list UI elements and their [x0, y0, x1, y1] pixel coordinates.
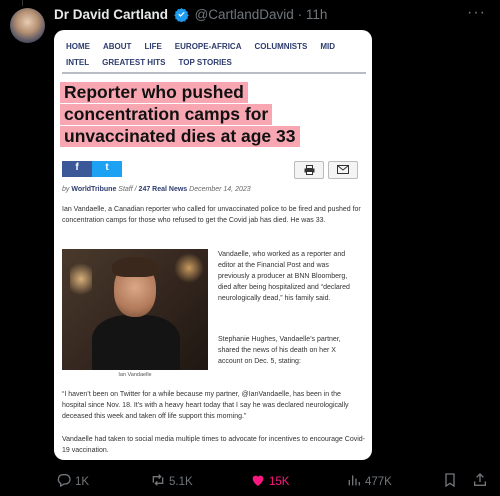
byline-source: WorldTribune [71, 186, 117, 193]
share-icon [474, 473, 486, 486]
thread-connector-line [22, 0, 23, 6]
author-handle[interactable]: @CartlandDavid [195, 7, 294, 22]
article-paragraph: Ian Vandaelle, a Canadian reporter who c… [62, 206, 361, 224]
share-button[interactable] [472, 472, 491, 488]
nav-europe-africa: EUROPE-AFRICA [174, 42, 242, 51]
nav-intel: INTEL [66, 58, 90, 67]
repost-icon [152, 474, 164, 486]
article-paragraph: Stephanie Hughes, Vandaelle’s partner, s… [218, 336, 341, 365]
nav-columnists: COLUMNISTS [254, 42, 308, 51]
article-paragraph: Vandaelle had taken to social media mult… [62, 436, 365, 454]
byline-outlet: 247 Real News [138, 186, 188, 193]
nav-mid: MID [320, 42, 336, 51]
article-nav: HOME ABOUT LIFE EUROPE-AFRICA COLUMNISTS MID … [66, 39, 372, 71]
mail-icon [328, 161, 358, 179]
photo-subject-body [92, 315, 180, 370]
byline-prefix: by [62, 186, 70, 193]
nav-greatest-hits: GREATEST HITS [102, 58, 166, 67]
views-icon [348, 475, 360, 486]
byline-role: Staff / [118, 186, 137, 193]
like-count: 15K [269, 476, 290, 488]
article-paragraph: Vandaelle, who worked as a reporter and … [218, 251, 350, 302]
views-count: 477K [365, 476, 392, 488]
verified-badge-icon [174, 7, 189, 27]
views-button[interactable]: 477K [346, 472, 392, 488]
author-name[interactable]: Dr David Cartland [54, 7, 168, 22]
nav-home: HOME [66, 42, 90, 51]
print-icon [294, 161, 324, 179]
twitter-share-button: t [92, 161, 122, 177]
article-byline: by WorldTribune Staff / 247 Real News De… [62, 186, 251, 193]
background-light [70, 259, 92, 299]
reply-icon [57, 474, 71, 488]
photo-caption: Ian Vandaelle [118, 372, 152, 378]
background-light [174, 253, 204, 283]
bookmark-button[interactable] [442, 472, 461, 488]
headline-line: concentration camps for [60, 104, 273, 125]
nav-life: LIFE [144, 42, 162, 51]
article-headline: Reporter who pushed concentration camps … [60, 82, 360, 148]
photo-subject-hair [112, 257, 158, 277]
avatar[interactable] [10, 8, 45, 43]
tweet-actions: 1K 5.1K 15K 477K [54, 472, 494, 488]
headline-line: Reporter who pushed [60, 82, 248, 103]
like-button[interactable]: 15K [250, 472, 289, 488]
article-quote: “I haven’t been on Twitter for a while b… [62, 391, 349, 420]
dot-separator: · [297, 7, 303, 22]
nav-about: ABOUT [103, 42, 132, 51]
tweet-header: Dr David Cartland @CartlandDavid · 11h [54, 6, 327, 27]
byline-date: December 14, 2023 [189, 186, 251, 193]
nav-divider [62, 72, 366, 74]
tweet-image[interactable]: HOME ABOUT LIFE EUROPE-AFRICA COLUMNISTS MID … [54, 30, 372, 460]
heart-icon [252, 475, 264, 486]
repost-count: 5.1K [169, 476, 193, 488]
repost-button[interactable]: 5.1K [150, 472, 193, 488]
facebook-icon: f [75, 162, 79, 173]
post-time[interactable]: 11h [306, 7, 328, 22]
headline-line: unvaccinated dies at age 33 [60, 126, 300, 147]
reporter-photo [62, 249, 208, 370]
more-options-icon[interactable]: ··· [467, 4, 486, 22]
nav-top-stories: TOP STORIES [178, 58, 232, 67]
reply-count: 1K [75, 476, 90, 488]
reply-button[interactable]: 1K [56, 472, 89, 488]
bookmark-icon [445, 473, 455, 488]
twitter-icon: t [105, 162, 109, 173]
facebook-share-button: f [62, 161, 92, 177]
